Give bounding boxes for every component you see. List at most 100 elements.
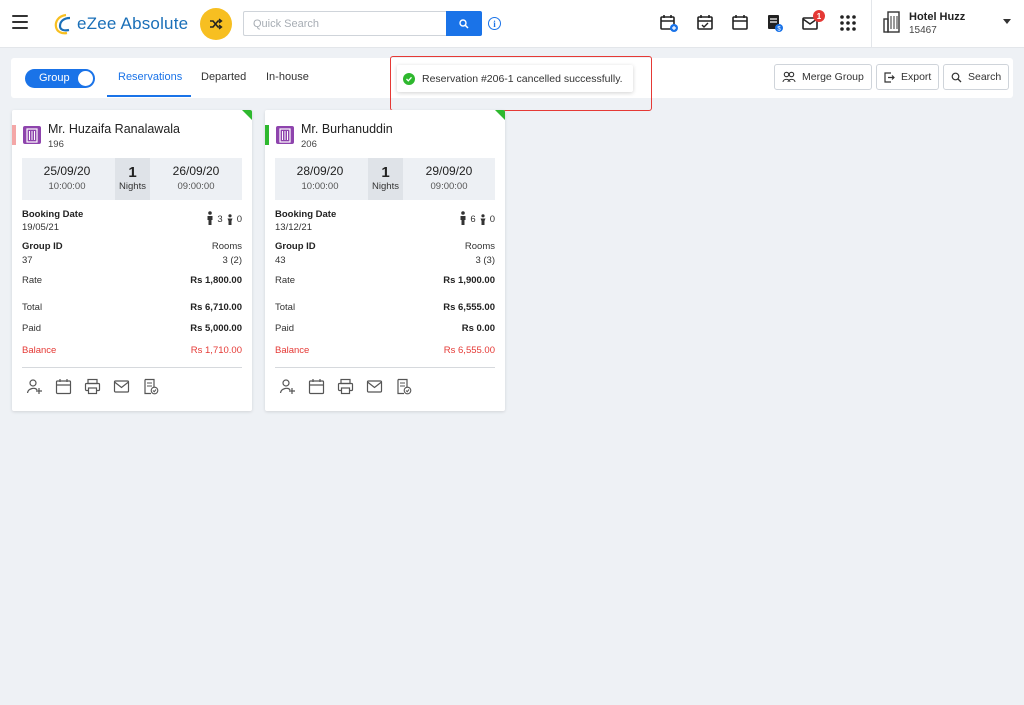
invoice-check-icon[interactable] [142,378,159,395]
search-label: Search [968,71,1002,83]
arrival-date: 25/09/20 [43,164,91,178]
apps-grid-icon[interactable] [838,13,858,33]
balance-value: Rs 1,710.00 [190,345,242,356]
switch-property-button[interactable] [200,8,232,40]
calendar-add-icon[interactable] [659,13,679,33]
shuffle-icon [210,18,223,30]
guest-name[interactable]: Mr. Burhanuddin [301,122,393,136]
rooms-value: 3 (3) [475,255,495,266]
calendar-check-icon[interactable] [695,13,715,33]
paid-value: Rs 5,000.00 [190,323,242,334]
paid-label: Paid [22,323,42,334]
adult-icon [460,211,466,225]
departure-time: 09:00:00 [177,181,215,192]
print-icon[interactable] [337,378,354,395]
paid-value: Rs 0.00 [461,323,495,334]
balance-value: Rs 6,555.00 [443,345,495,356]
booking-date-value: 13/12/21 [275,222,312,233]
quick-search-input[interactable] [243,11,447,36]
search-reservations-button[interactable]: Search [943,64,1010,90]
booking-date-label: Booking Date [22,209,84,220]
adult-count: 6 [470,214,476,225]
booking-date-value: 19/05/21 [22,222,59,233]
card-actions [26,378,159,395]
arrival-time: 10:00:00 [48,181,86,192]
calendar-icon[interactable] [55,378,72,395]
add-guest-icon[interactable] [26,378,43,395]
nights-box: 1 Nights [115,158,150,200]
stay-dates: 25/09/20 10:00:00 1 Nights 26/09/20 09:0… [22,158,242,200]
status-corner [495,110,505,120]
reservation-card[interactable]: Mr. Huzaifa Ranalawala 196 25/09/20 10:0… [12,110,252,411]
toggle-knob [78,71,93,86]
hotel-name: Hotel Huzz [909,11,966,23]
status-strip [12,125,16,145]
active-tab-indicator [107,95,191,97]
top-bar: eZee Absolute i $ [0,0,1024,48]
export-icon [884,71,895,83]
stay-dates: 28/09/20 10:00:00 1 Nights 29/09/20 09:0… [275,158,495,200]
pax-count: 3 0 [206,211,242,225]
hotel-selector[interactable]: Hotel Huzz 15467 [880,8,1015,40]
calendar-icon[interactable] [730,13,750,33]
email-icon[interactable] [366,378,383,395]
total-label: Total [275,302,296,313]
nights-box: 1 Nights [368,158,403,200]
divider [871,0,872,48]
tab-reservations[interactable]: Reservations [118,71,182,83]
rooms-label: Rooms [464,241,495,252]
toast-message: Reservation #206-1 cancelled successfull… [422,72,623,85]
export-button[interactable]: Export [876,64,940,90]
users-icon [782,71,796,83]
child-count: 0 [489,214,495,225]
guest-name[interactable]: Mr. Huzaifa Ranalawala [48,122,180,136]
merge-group-label: Merge Group [802,71,864,83]
search-button[interactable] [446,11,482,36]
search-icon [459,18,469,29]
nights-label: Nights [372,181,399,192]
rate-value: Rs 1,800.00 [190,275,242,286]
ezee-logo-icon [54,13,71,35]
app-logo[interactable]: eZee Absolute [52,11,188,37]
total-value: Rs 6,710.00 [190,302,242,313]
reservation-card[interactable]: Mr. Burhanuddin 206 28/09/20 10:00:00 1 … [265,110,505,411]
tab-departed[interactable]: Departed [201,71,246,83]
menu-icon[interactable] [12,15,28,29]
app-name: eZee Absolute [77,14,189,33]
card-actions [279,378,412,395]
group-toggle[interactable]: Group [25,69,95,88]
check-circle-icon [403,72,415,85]
balance-label: Balance [275,345,310,356]
merge-group-button[interactable]: Merge Group [774,64,872,90]
departure-date: 29/09/20 [425,164,473,178]
invoice-icon[interactable]: $ [765,13,785,33]
balance-label: Balance [22,345,57,356]
room-icon [276,126,294,144]
add-guest-icon[interactable] [279,378,296,395]
nights-count: 1 [128,164,137,181]
rooms-label: Rooms [211,241,242,252]
chevron-down-icon [1003,19,1011,24]
status-corner [242,110,252,120]
arrival-date: 28/09/20 [296,164,344,178]
divider [275,367,495,368]
print-icon[interactable] [84,378,101,395]
calendar-icon[interactable] [308,378,325,395]
hotel-code: 15467 [909,25,937,36]
building-icon [883,11,900,33]
adult-icon [207,211,213,225]
adult-count: 3 [217,214,223,225]
child-icon [227,214,233,225]
invoice-check-icon[interactable] [395,378,412,395]
group-id-value: 37 [22,255,33,266]
group-id-label: Group ID [275,241,316,252]
email-icon[interactable] [113,378,130,395]
info-icon[interactable]: i [488,17,501,30]
status-strip [265,125,269,145]
search-icon [951,72,962,82]
tab-in-house[interactable]: In-house [266,71,309,83]
notification-badge: 1 [813,10,825,22]
reservation-number: 196 [48,139,64,150]
child-icon [480,214,486,225]
group-id-label: Group ID [22,241,63,252]
